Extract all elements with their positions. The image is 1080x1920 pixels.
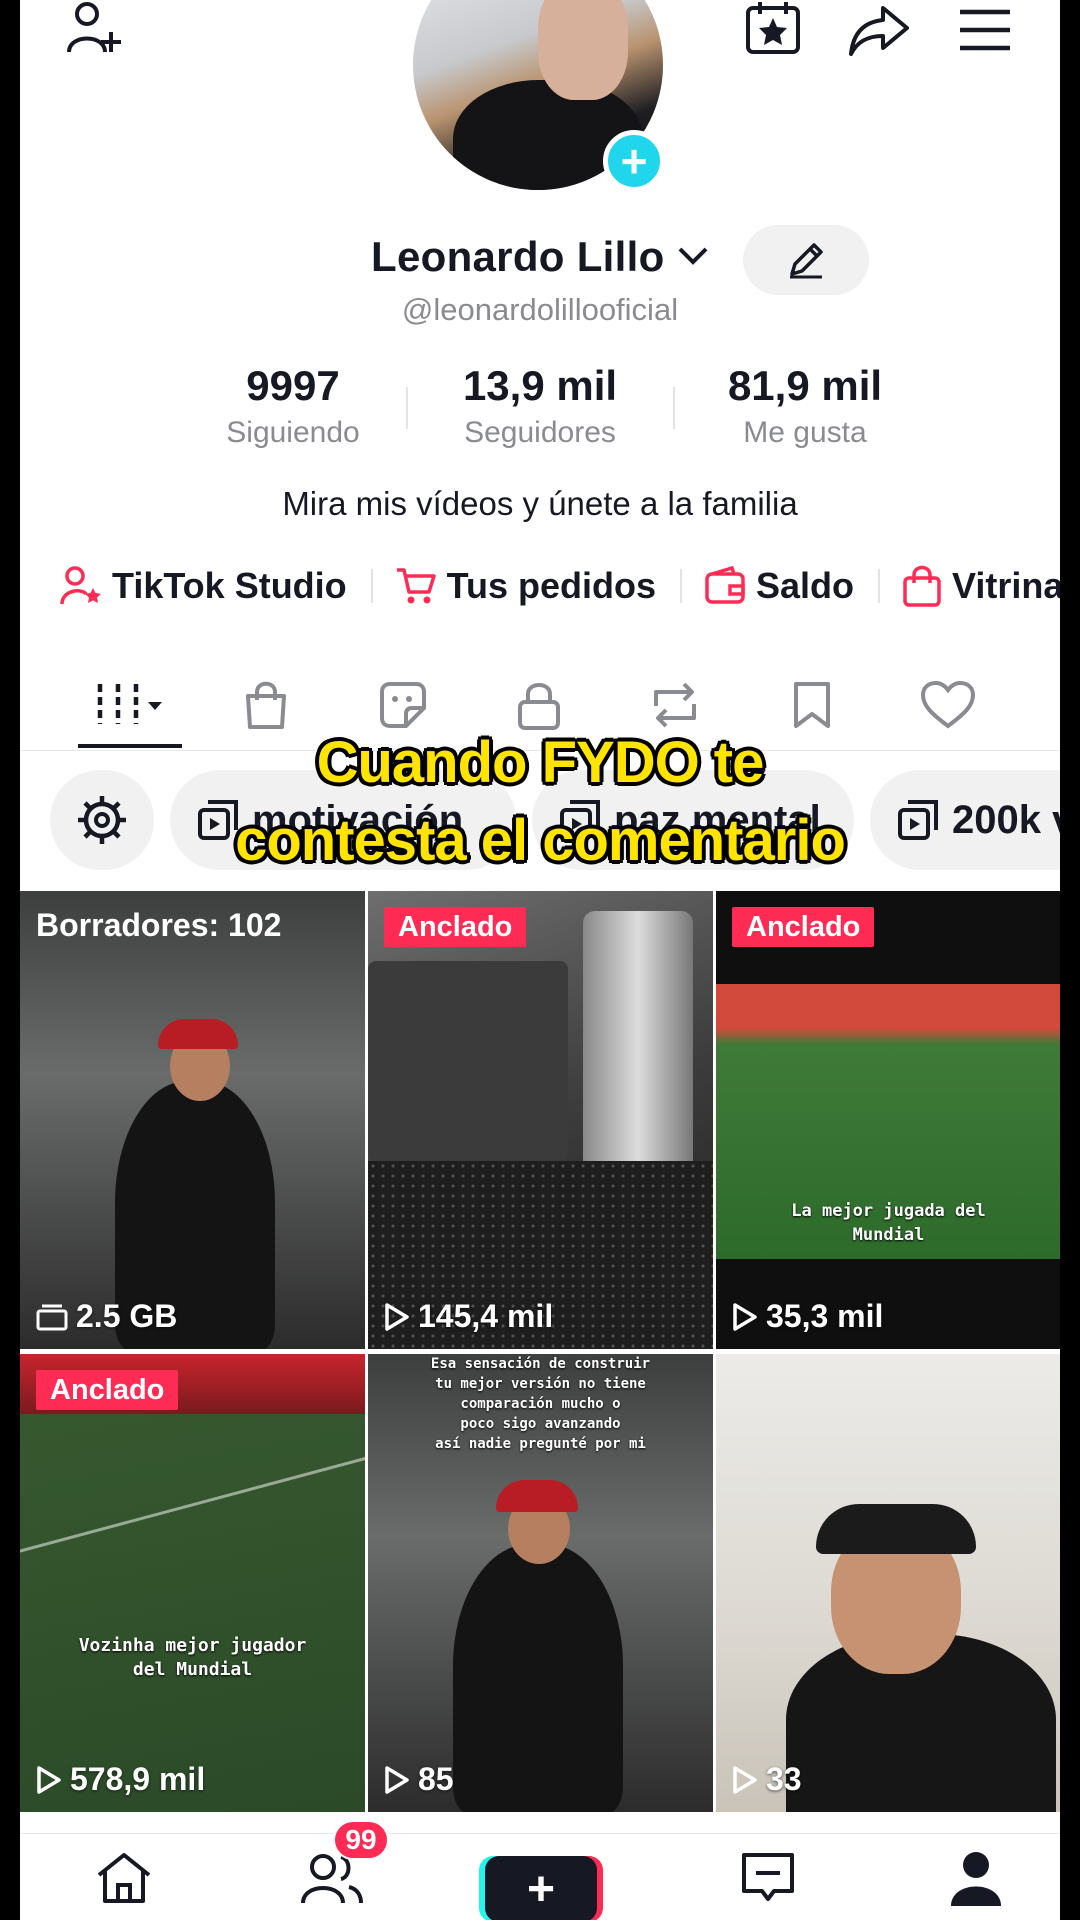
stat-likes[interactable]: 81,9 mil Me gusta <box>690 362 920 450</box>
shopping-bag-icon <box>903 565 941 607</box>
person-star-icon <box>60 566 101 605</box>
pinned-badge: Anclado <box>732 907 875 947</box>
stat-value: 81,9 mil <box>727 362 883 409</box>
divider <box>370 569 373 603</box>
username: @leonardolillooficial <box>401 292 679 327</box>
play-icon <box>733 1765 757 1794</box>
stat-label: Seguidores <box>464 416 616 449</box>
profile-avatar[interactable]: + <box>413 0 665 195</box>
video-tile[interactable]: La mejor jugada del Mundial Anclado 35,3… <box>716 891 1060 1349</box>
drafts-tile[interactable]: Borradores: 102 2.5 GB <box>20 891 365 1349</box>
view-count: 85 <box>384 1761 454 1798</box>
views-text: 578,9 mil <box>70 1761 206 1797</box>
stat-following[interactable]: 9997 Siguiendo <box>178 362 408 450</box>
heart-icon <box>920 680 976 729</box>
display-name[interactable]: Leonardo Lillo <box>371 233 665 281</box>
wallet-icon <box>705 566 745 604</box>
view-count: 33 <box>732 1761 802 1798</box>
cart-icon <box>396 568 436 604</box>
views-text: 145,4 mil <box>418 1298 554 1334</box>
link-label: Tus pedidos <box>446 565 657 606</box>
pencil-icon <box>790 243 823 279</box>
bottom-nav: 99 + <box>20 1820 1060 1920</box>
divider <box>878 569 881 603</box>
share-icon[interactable] <box>846 0 912 60</box>
folder-icon <box>36 1304 68 1330</box>
lock-icon <box>518 683 560 730</box>
sticker-icon <box>380 682 426 728</box>
quick-links: TikTok Studio Tus pedidos Saldo Vitrina <box>60 565 1060 615</box>
add-friend-icon[interactable] <box>62 0 128 60</box>
video-overlay-text: La mejor jugada del Mundial <box>791 1201 986 1245</box>
caption-line: Cuando FYDO te <box>316 730 765 795</box>
link-label: TikTok Studio <box>112 565 347 606</box>
nav-profile[interactable] <box>916 1834 1036 1920</box>
repost-icon <box>654 682 696 728</box>
grid-videos-icon <box>97 684 162 724</box>
play-icon <box>37 1765 61 1794</box>
divider <box>673 387 675 429</box>
edit-profile-button[interactable] <box>743 225 869 295</box>
chevron-down-icon[interactable] <box>677 245 709 272</box>
video-tile[interactable]: Vozinha mejor jugador del Mundial Anclad… <box>20 1354 365 1812</box>
divider <box>680 569 683 603</box>
stat-label: Me gusta <box>743 416 867 449</box>
play-icon <box>733 1302 757 1331</box>
link-orders[interactable]: Tus pedidos <box>395 565 656 607</box>
view-count: 578,9 mil <box>36 1761 205 1798</box>
views-text: 35,3 mil <box>766 1298 884 1334</box>
stat-value: 9997 <box>246 362 340 409</box>
stat-value: 13,9 mil <box>462 362 618 409</box>
video-overlay-text: Esa sensación de construir tu mejor vers… <box>430 1356 651 1452</box>
home-icon <box>97 1852 151 1903</box>
shopping-bag-icon <box>246 681 286 729</box>
stat-followers[interactable]: 13,9 mil Seguidores <box>425 362 655 450</box>
bookmark-icon <box>794 682 830 728</box>
video-tile[interactable]: Anclado 145,4 mil <box>368 891 713 1349</box>
video-grid: Borradores: 102 2.5 GB Anclado 145,4 mil… <box>20 891 1060 1891</box>
pinned-badge: Anclado <box>36 1370 179 1410</box>
profile-icon <box>951 1851 1001 1906</box>
link-tiktok-studio[interactable]: TikTok Studio <box>60 565 347 607</box>
video-overlay-text: Vozinha mejor jugador del Mundial <box>78 1635 307 1680</box>
views-text: 33 <box>766 1761 802 1797</box>
inbox-count-badge: 99 <box>333 1820 389 1860</box>
play-icon <box>385 1302 409 1331</box>
drafts-label: Borradores: 102 <box>36 907 282 943</box>
view-count: 145,4 mil <box>384 1298 553 1335</box>
bio: Mira mis vídeos y únete a la familia <box>282 485 798 522</box>
profile-screen: + Leonardo Lillo @leonardolillooficial 9… <box>20 0 1060 1920</box>
link-label: Saldo <box>756 565 855 606</box>
caption-line: contesta el comentario <box>235 808 846 873</box>
video-tile[interactable]: Esa sensación de construir tu mejor vers… <box>368 1354 713 1812</box>
views-text: 85 <box>418 1761 454 1797</box>
view-count: 35,3 mil <box>732 1298 883 1335</box>
link-balance[interactable]: Saldo <box>704 565 854 607</box>
nav-home[interactable] <box>64 1834 184 1920</box>
video-tile[interactable]: 33 <box>716 1354 1060 1812</box>
calendar-star-icon[interactable] <box>740 0 806 60</box>
link-label: Vitrina <box>952 565 1060 606</box>
menu-icon[interactable] <box>952 0 1018 60</box>
video-caption-overlay: Cuando FYDO te contesta el comentario <box>20 724 1060 880</box>
size-text: 2.5 GB <box>76 1298 178 1334</box>
inbox-icon <box>742 1852 794 1901</box>
drafts-size: 2.5 GB <box>36 1298 177 1335</box>
create-button[interactable]: + <box>485 1856 597 1920</box>
add-story-plus-icon[interactable]: + <box>603 130 665 192</box>
divider <box>406 387 408 429</box>
pinned-badge: Anclado <box>384 907 527 947</box>
stat-label: Siguiendo <box>226 416 360 449</box>
play-icon <box>385 1765 409 1794</box>
link-showcase[interactable]: Vitrina <box>902 565 1060 607</box>
nav-inbox[interactable] <box>708 1834 828 1920</box>
